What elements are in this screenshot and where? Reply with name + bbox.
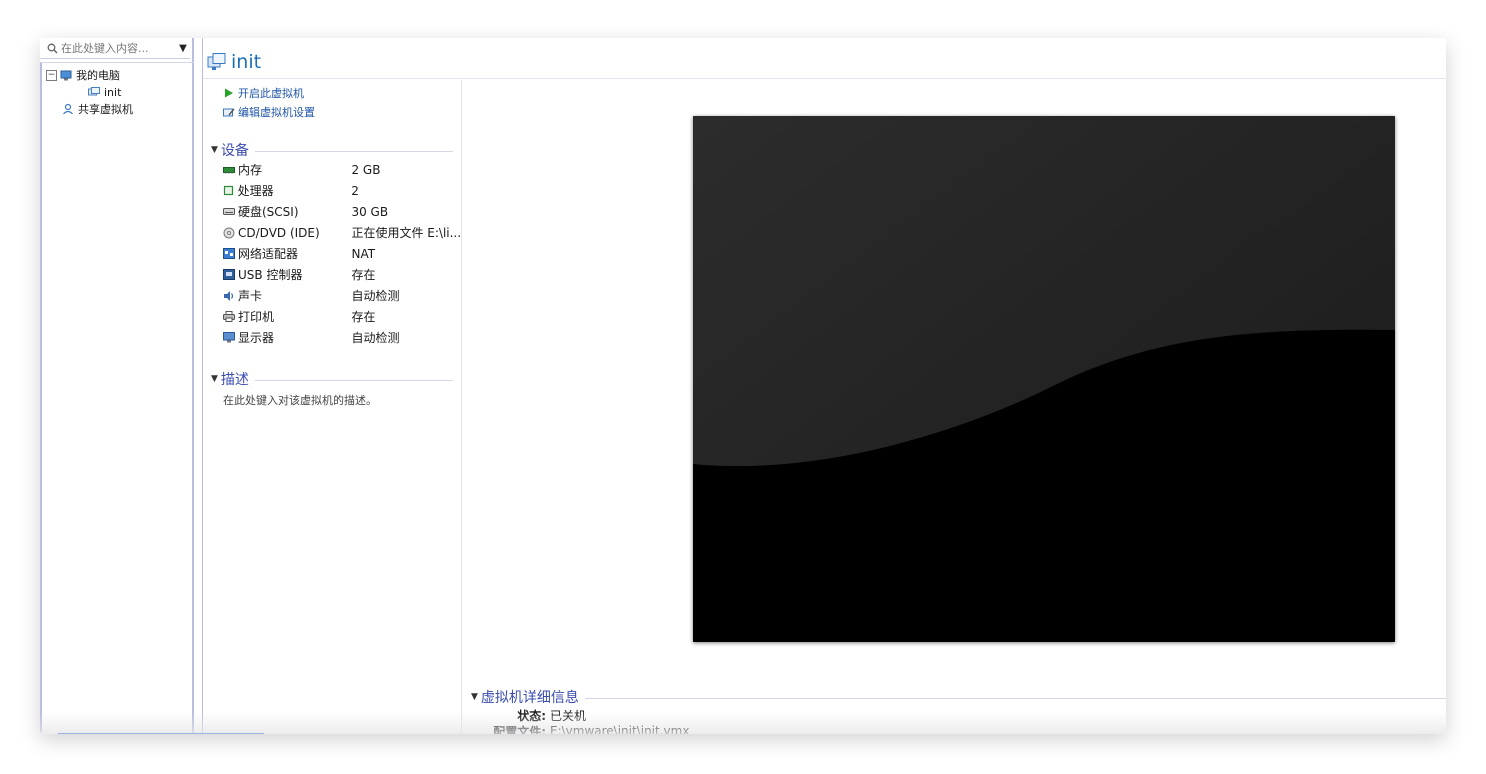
- library-sidebar: 在此处键入内容... ▼ − 我的电脑 init 共享虚拟机: [40, 38, 194, 734]
- device-row-hard-disk[interactable]: 硬盘(SCSI) 30 GB: [223, 201, 463, 222]
- device-value: 存在: [351, 310, 376, 324]
- tree-item-label: 共享虚拟机: [78, 103, 133, 116]
- hard-disk-icon: [223, 206, 235, 218]
- vmware-window: 在此处键入内容... ▼ − 我的电脑 init 共享虚拟机 init 开启此虚…: [40, 38, 1446, 734]
- device-value: 30 GB: [351, 204, 389, 219]
- section-divider: [254, 150, 453, 152]
- tree-item-shared-vms[interactable]: 共享虚拟机: [62, 101, 133, 117]
- vm-details-section-header[interactable]: ▼ 虚拟机详细信息: [471, 688, 1446, 706]
- device-row-usb[interactable]: USB 控制器 存在: [223, 264, 463, 285]
- device-name: USB 控制器: [238, 268, 303, 282]
- device-name: 处理器: [237, 184, 274, 198]
- description-field[interactable]: 在此处键入对该虚拟机的描述。: [223, 392, 377, 408]
- device-row-cd-dvd[interactable]: CD/DVD (IDE) 正在使用文件 E:\li...: [223, 222, 463, 243]
- detail-value: 已关机: [550, 708, 587, 723]
- edit-settings-label: 编辑虚拟机设置: [238, 106, 315, 119]
- device-value: 自动检测: [351, 331, 400, 345]
- device-value: 正在使用文件 E:\li...: [351, 226, 462, 240]
- printer-icon: [223, 311, 235, 323]
- computer-icon: [60, 69, 72, 81]
- preview-pane: ▼ 虚拟机详细信息 状态: 已关机 配置文件: E:\vmware\init\i…: [463, 80, 1446, 734]
- vm-icon: [207, 52, 227, 72]
- vm-screen-preview[interactable]: [693, 116, 1395, 642]
- memory-icon: [223, 164, 235, 176]
- device-name: 网络适配器: [238, 247, 299, 261]
- description-section-header[interactable]: ▼ 描述: [211, 370, 453, 388]
- detail-key: 状态:: [517, 708, 546, 723]
- tree-item-my-computer[interactable]: − 我的电脑: [46, 67, 120, 83]
- search-dropdown-icon[interactable]: ▼: [176, 43, 190, 54]
- tree-item-label: init: [104, 85, 122, 99]
- search-input[interactable]: 在此处键入内容...: [61, 40, 176, 56]
- device-name: 内存: [238, 163, 263, 177]
- device-value: 自动检测: [351, 289, 400, 303]
- expand-arrow-icon[interactable]: ▼: [211, 145, 218, 155]
- library-search[interactable]: 在此处键入内容... ▼: [40, 38, 190, 59]
- play-icon: [223, 87, 235, 99]
- display-icon: [223, 332, 235, 344]
- collapse-icon[interactable]: −: [46, 69, 57, 81]
- section-divider: [254, 379, 453, 381]
- device-name: 硬盘(SCSI): [238, 205, 299, 219]
- description-header: 描述: [220, 372, 249, 388]
- detail-value: E:\vmware\init\init.vmx: [550, 724, 690, 734]
- tree-item-label: 我的电脑: [76, 69, 120, 82]
- edit-settings-icon: [223, 106, 235, 118]
- device-row-memory[interactable]: 内存 2 GB: [223, 159, 463, 180]
- device-name: 声卡: [238, 289, 263, 303]
- expand-arrow-icon[interactable]: ▼: [211, 374, 218, 384]
- detail-row-config-file: 配置文件: E:\vmware\init\init.vmx: [463, 723, 689, 734]
- library-tree: − 我的电脑 init 共享虚拟机: [40, 62, 194, 732]
- device-value: NAT: [351, 246, 376, 261]
- device-name: 打印机: [238, 310, 275, 324]
- cd-dvd-icon: [223, 227, 235, 239]
- network-adapter-icon: [223, 248, 235, 260]
- device-name: 显示器: [238, 331, 275, 345]
- vm-info-pane: 开启此虚拟机 编辑虚拟机设置 ▼ 设备 内存 2 GB 处理器 2 硬盘(SCS…: [203, 80, 462, 734]
- device-row-processor[interactable]: 处理器 2: [223, 180, 463, 201]
- device-value: 2 GB: [351, 162, 381, 177]
- preview-background: [693, 116, 1395, 642]
- status-underline: [58, 733, 264, 734]
- device-value: 2: [351, 183, 359, 198]
- device-value: 存在: [351, 268, 376, 282]
- edit-settings-link[interactable]: 编辑虚拟机设置: [223, 103, 315, 121]
- device-name: CD/DVD (IDE): [238, 225, 320, 240]
- device-row-printer[interactable]: 打印机 存在: [223, 306, 463, 327]
- processor-icon: [223, 185, 235, 197]
- vm-details-header: 虚拟机详细信息: [480, 690, 579, 706]
- sound-card-icon: [223, 290, 235, 302]
- vm-icon: [88, 86, 100, 98]
- devices-header: 设备: [220, 143, 249, 159]
- devices-section-header[interactable]: ▼ 设备: [211, 141, 453, 159]
- page-title: init: [231, 51, 262, 73]
- power-on-link[interactable]: 开启此虚拟机: [223, 84, 304, 102]
- vm-summary-page: init 开启此虚拟机 编辑虚拟机设置 ▼ 设备 内存 2 GB 处理器 2 硬…: [202, 38, 1446, 734]
- expand-arrow-icon[interactable]: ▼: [471, 692, 478, 702]
- detail-row-state: 状态: 已关机: [463, 707, 586, 723]
- shared-vm-icon: [62, 103, 74, 115]
- device-row-display[interactable]: 显示器 自动检测: [223, 327, 463, 348]
- device-row-sound-card[interactable]: 声卡 自动检测: [223, 285, 463, 306]
- power-on-label: 开启此虚拟机: [238, 87, 304, 100]
- tree-item-init[interactable]: init: [88, 84, 121, 100]
- detail-key: 配置文件:: [493, 724, 546, 735]
- usb-icon: [223, 269, 235, 281]
- search-icon: [46, 42, 58, 54]
- section-divider: [584, 697, 1446, 699]
- device-row-network[interactable]: 网络适配器 NAT: [223, 243, 463, 264]
- vm-title-bar: init: [203, 46, 1446, 79]
